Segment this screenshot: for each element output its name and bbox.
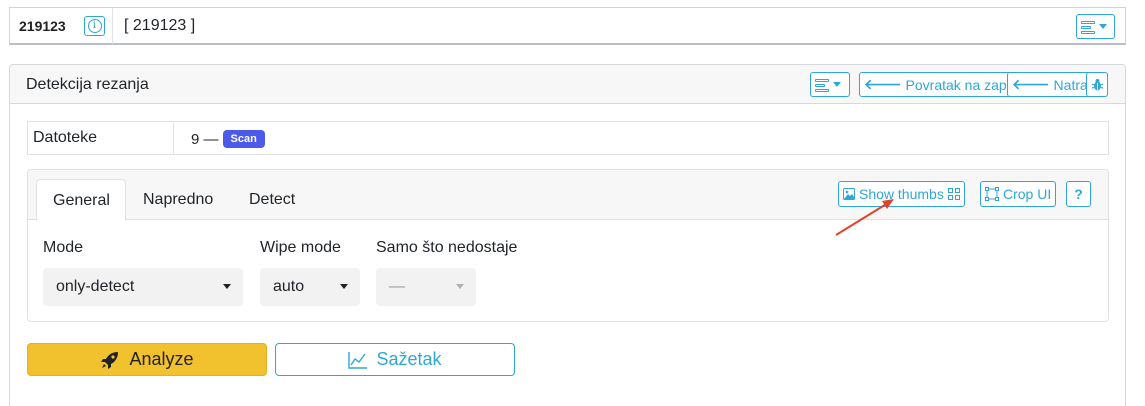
record-id: 219123 xyxy=(19,18,66,34)
missing-only-value: — xyxy=(389,278,405,295)
info-button[interactable]: i xyxy=(84,16,105,36)
record-menu-button[interactable] xyxy=(1076,14,1115,39)
arrow-left-icon: 🡐 xyxy=(1012,76,1050,92)
chevron-down-icon xyxy=(1099,24,1107,29)
caret-down-icon xyxy=(223,284,231,289)
annotation-arrow xyxy=(835,199,894,236)
analyze-label: Analyze xyxy=(129,349,194,369)
files-count: 9 — xyxy=(191,130,219,148)
missing-only-select: — xyxy=(376,268,476,306)
wipe-mode-value: auto xyxy=(273,278,305,295)
summary-button[interactable]: Sažetak xyxy=(275,343,515,376)
tab-bar: General Napredno Detect Show thumbs Crop… xyxy=(28,170,1108,221)
files-row: Datoteke 9 — Scan xyxy=(27,121,1109,155)
mode-select[interactable]: only-detect xyxy=(43,268,243,306)
grid-icon xyxy=(947,188,960,200)
panel-header: Detekcija rezanja 🡐 Povratak na zapis 🡐 … xyxy=(10,65,1125,104)
divider xyxy=(112,8,113,44)
tab-napredno[interactable]: Napredno xyxy=(127,179,229,221)
files-value: 9 — Scan xyxy=(191,130,265,148)
analyze-button[interactable]: Analyze xyxy=(27,343,267,376)
back-to-record-button[interactable]: 🡐 Povratak na zapis xyxy=(859,72,1022,97)
mode-value: only-detect xyxy=(56,278,135,295)
crop-frame-icon xyxy=(985,187,999,201)
stack-menu-icon xyxy=(1081,20,1095,34)
missing-only-label: Samo što nedostaje xyxy=(376,239,518,256)
panel-title: Detekcija rezanja xyxy=(26,76,149,93)
rocket-icon xyxy=(101,351,119,369)
crop-ui-label: Crop UI xyxy=(1003,186,1052,202)
files-label: Datoteke xyxy=(28,122,174,154)
caret-down-icon xyxy=(456,284,464,289)
caret-down-icon xyxy=(340,284,348,289)
cut-detection-panel: Detekcija rezanja 🡐 Povratak na zapis 🡐 … xyxy=(9,64,1126,406)
arrow-left-icon: 🡐 xyxy=(864,76,902,92)
chevron-down-icon xyxy=(833,82,841,87)
bug-icon xyxy=(1091,78,1103,90)
record-header: 219123 i [ 219123 ] xyxy=(9,7,1126,45)
back-to-record-label: Povratak na zapis xyxy=(905,76,1017,93)
tab-general[interactable]: General xyxy=(36,179,126,221)
info-circle-icon: i xyxy=(87,19,102,33)
wipe-mode-label: Wipe mode xyxy=(260,239,341,256)
record-title: [ 219123 ] xyxy=(124,17,196,34)
tab-detect[interactable]: Detect xyxy=(233,179,311,221)
mode-label: Mode xyxy=(43,239,84,256)
scan-badge[interactable]: Scan xyxy=(222,130,265,148)
summary-label: Sažetak xyxy=(376,349,442,369)
panel-menu-button[interactable] xyxy=(810,72,850,97)
help-label: ? xyxy=(1074,186,1083,202)
stack-menu-icon xyxy=(815,78,829,92)
crop-ui-button[interactable]: Crop UI xyxy=(980,181,1057,207)
line-chart-icon xyxy=(348,351,368,369)
help-button[interactable]: ? xyxy=(1066,181,1091,207)
debug-button[interactable] xyxy=(1086,72,1108,97)
wipe-mode-select[interactable]: auto xyxy=(260,268,360,306)
